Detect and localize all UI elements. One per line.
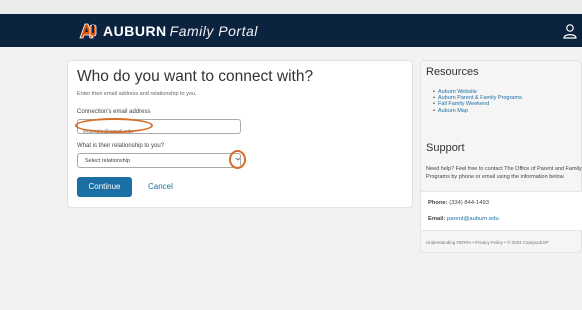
contact-email-link[interactable]: parent@auburn.edu <box>447 216 499 222</box>
email-label: Connection's email address <box>77 109 151 115</box>
contact-email-label: Email: <box>428 216 446 222</box>
browser-top-strip <box>0 0 582 14</box>
relationship-select[interactable]: Select relationship <box>77 153 241 168</box>
phone-label: Phone: <box>428 200 448 206</box>
resources-list: Auburn Website Auburn Parent & Family Pr… <box>433 89 522 114</box>
brand-suffix: Family Portal <box>169 23 258 39</box>
user-icon[interactable] <box>562 23 578 39</box>
brand-name: AUBURN <box>103 23 167 39</box>
email-row: Email: parent@auburn.edu <box>428 216 499 222</box>
page-title: Who do you want to connect with? <box>77 68 314 85</box>
resource-link-map[interactable]: Auburn Map <box>433 108 522 114</box>
phone-value: (334) 844-1493 <box>449 200 489 206</box>
support-text: Need help? Feel free to contact The Offi… <box>426 166 582 180</box>
email-highlight-ring <box>75 118 153 133</box>
contact-box: Phone: (334) 844-1493 Email: parent@aubu… <box>421 191 582 231</box>
relationship-label: What is their relationship to you? <box>77 143 165 149</box>
resources-heading: Resources <box>426 66 479 78</box>
auburn-au-logo-icon[interactable] <box>78 21 98 41</box>
phone-row: Phone: (334) 844-1493 <box>428 200 489 206</box>
support-heading: Support <box>426 142 465 154</box>
cancel-link[interactable]: Cancel <box>148 182 173 191</box>
continue-button[interactable]: Continue <box>77 177 132 197</box>
chevron-down-icon[interactable] <box>235 156 241 162</box>
sidebar-footer[interactable]: Understanding FERPA • Privacy Policy • ©… <box>426 240 549 245</box>
top-header: AUBURN Family Portal <box>0 14 582 47</box>
connection-form-card: Who do you want to connect with? Enter t… <box>67 60 413 208</box>
relationship-selected-value: Select relationship <box>85 158 130 164</box>
brand-title[interactable]: AUBURN Family Portal <box>103 23 258 39</box>
sidebar-panel: Resources Auburn Website Auburn Parent &… <box>420 60 582 253</box>
form-subtitle: Enter their email address and relationsh… <box>77 91 197 97</box>
